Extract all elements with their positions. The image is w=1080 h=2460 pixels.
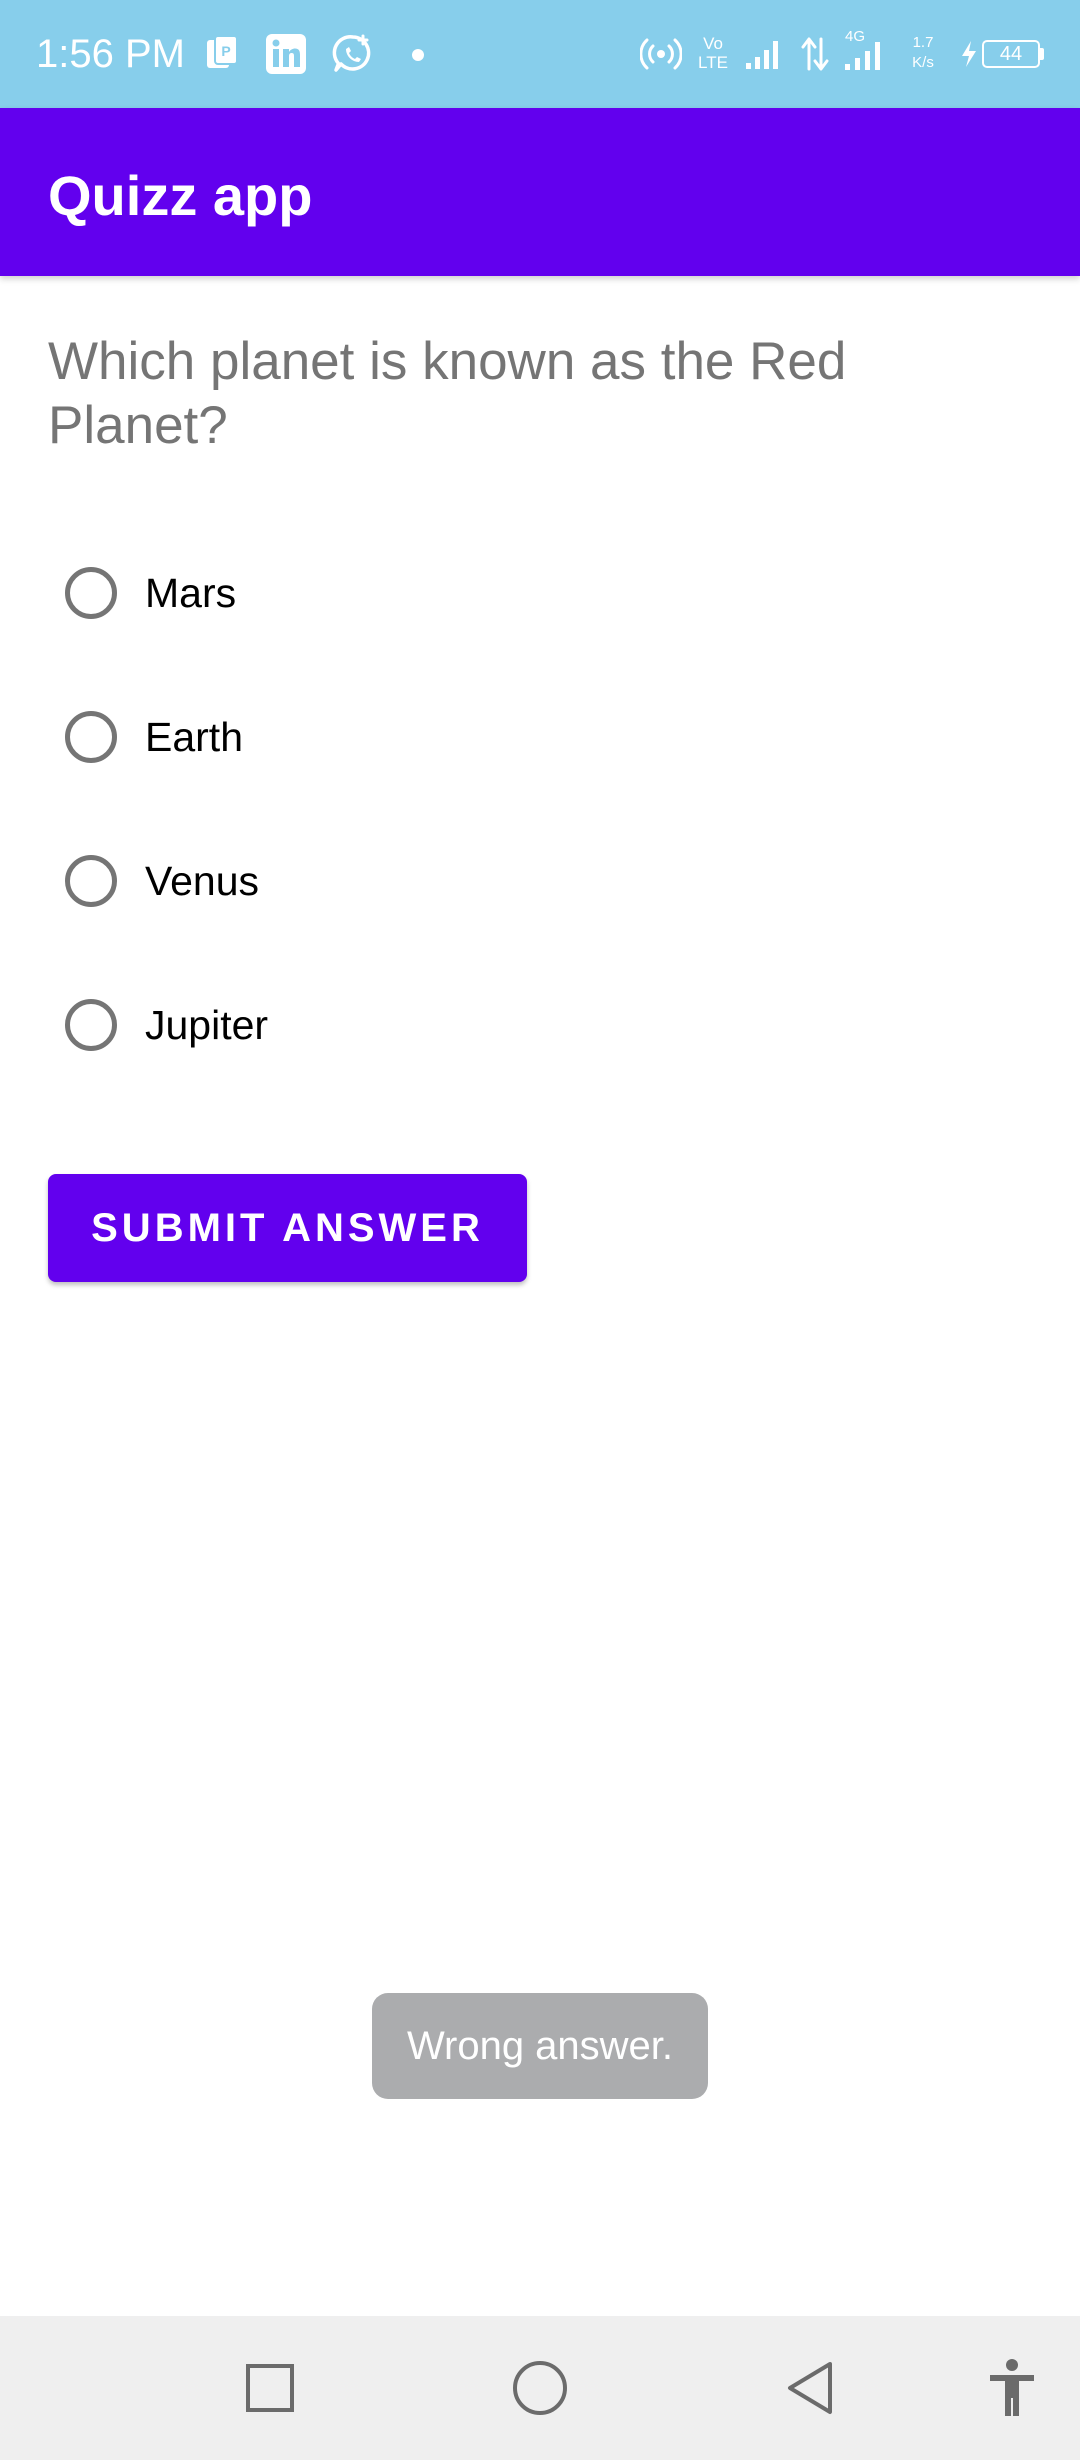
hotspot-icon <box>640 30 682 78</box>
radio-button-icon[interactable] <box>65 711 117 763</box>
app-title: Quizz app <box>48 164 313 227</box>
screen: 1:56 PM P Vo LTE 4G 1.7 K/s 44 Quizz app… <box>0 0 1080 2460</box>
back-icon[interactable] <box>770 2348 850 2428</box>
status-bar: 1:56 PM P Vo LTE 4G 1.7 K/s 44 <box>0 0 1080 108</box>
signal-4g-icon <box>842 36 888 74</box>
battery-level: 44 <box>999 43 1023 65</box>
accessibility-icon[interactable] <box>972 2348 1052 2428</box>
option-jupiter[interactable]: Jupiter <box>48 970 748 1080</box>
whatsapp-icon <box>330 30 376 78</box>
linkedin-icon <box>264 30 308 78</box>
question-text: Which planet is known as the Red Planet? <box>48 332 847 455</box>
battery-tip <box>1040 48 1044 60</box>
submit-answer-button[interactable]: SUBMIT ANSWER <box>48 1174 527 1282</box>
app-bar: Quizz app <box>0 108 1080 276</box>
option-label: Venus <box>145 858 259 904</box>
option-venus[interactable]: Venus <box>48 826 748 936</box>
battery-icon: 44 <box>982 40 1040 68</box>
signal-icon <box>742 30 786 78</box>
option-label: Jupiter <box>145 1002 269 1048</box>
radio-button-icon[interactable] <box>65 999 117 1051</box>
status-time: 1:56 PM <box>36 32 185 76</box>
toast: Wrong answer. <box>372 1993 708 2099</box>
option-earth[interactable]: Earth <box>48 682 748 792</box>
volte-icon: Vo LTE <box>698 34 728 72</box>
pdf-icon: P <box>200 30 242 78</box>
network-speed-unit: K/s <box>912 54 934 71</box>
option-mars[interactable]: Mars <box>48 538 748 648</box>
notification-dot-icon <box>412 49 424 61</box>
radio-button-icon[interactable] <box>65 567 117 619</box>
recents-icon[interactable] <box>230 2348 310 2428</box>
svg-text:P: P <box>221 43 230 59</box>
home-icon[interactable] <box>500 2348 580 2428</box>
charging-icon <box>956 30 982 78</box>
toast-message: Wrong answer. <box>406 2023 674 2068</box>
navigation-bar <box>0 2316 1080 2460</box>
data-arrows-icon <box>798 30 832 78</box>
option-label: Mars <box>145 570 237 616</box>
option-label: Earth <box>145 714 243 760</box>
network-speed-value: 1.7 <box>912 34 934 51</box>
radio-button-icon[interactable] <box>65 855 117 907</box>
